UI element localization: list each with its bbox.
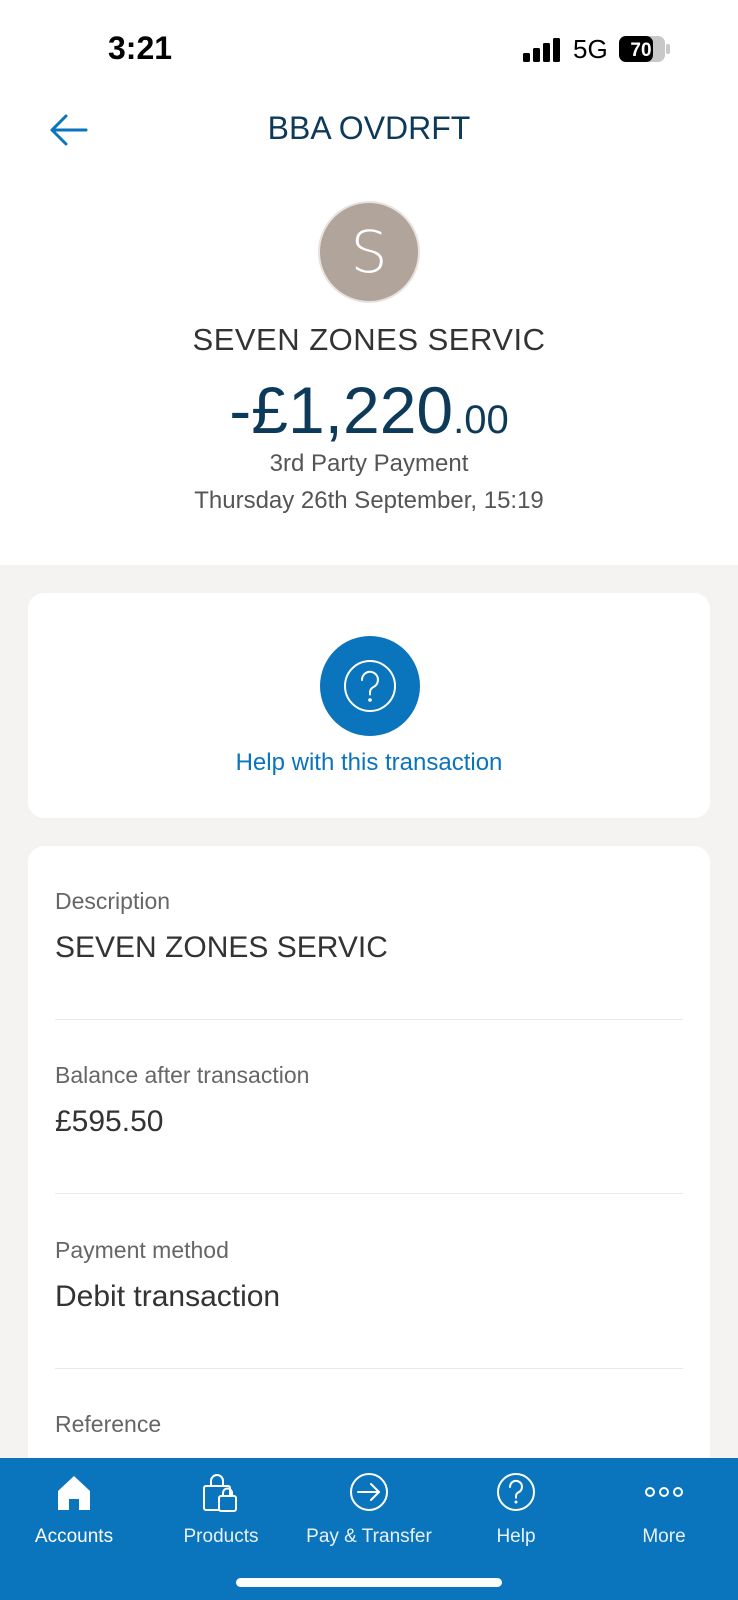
battery-icon: 70	[619, 36, 670, 62]
home-indicator[interactable]	[236, 1578, 502, 1587]
transaction-date: Thursday 26th September, 15:19	[194, 487, 544, 514]
nav-label: More	[642, 1526, 686, 1547]
merchant-name: SEVEN ZONES SERVIC	[192, 322, 546, 357]
detail-description: Description SEVEN ZONES SERVIC	[55, 888, 683, 965]
header: BBA OVDRFT	[0, 100, 738, 160]
nav-accounts[interactable]: Accounts	[0, 1458, 148, 1578]
transaction-type: 3rd Party Payment	[269, 450, 469, 477]
home-icon	[58, 1476, 90, 1510]
detail-label: Payment method	[55, 1237, 229, 1263]
help-link[interactable]: Help with this transaction	[28, 749, 710, 777]
avatar: S	[318, 201, 420, 303]
signal-icon	[523, 38, 560, 62]
detail-label: Description	[55, 888, 171, 914]
detail-balance: Balance after transaction £595.50	[55, 1062, 683, 1139]
arrow-circle-icon	[350, 1473, 388, 1511]
shopping-bag-icon	[203, 1474, 237, 1512]
help-button[interactable]	[320, 636, 420, 736]
nav-label: Pay & Transfer	[306, 1526, 432, 1547]
detail-value: Debit transaction	[55, 1280, 281, 1313]
help-card[interactable]: Help with this transaction	[28, 593, 710, 818]
amount-decimal: .00	[453, 398, 509, 442]
nav-label: Help	[496, 1526, 536, 1547]
bottom-nav: Accounts Products Pay & Transfer Help Mo…	[0, 1458, 738, 1600]
detail-value: SEVEN ZONES SERVIC	[55, 931, 388, 964]
status-bar: 3:21 5G 70	[0, 0, 738, 100]
detail-reference: Reference	[55, 1411, 683, 1454]
divider	[55, 1193, 683, 1194]
question-circle-icon	[344, 660, 396, 712]
divider	[55, 1019, 683, 1020]
amount-main: -£1,220	[229, 373, 454, 447]
nav-label: Products	[183, 1526, 259, 1547]
details-card: Description SEVEN ZONES SERVIC Balance a…	[28, 846, 710, 1486]
nav-pay-transfer[interactable]: Pay & Transfer	[295, 1458, 443, 1578]
detail-label: Balance after transaction	[55, 1062, 310, 1088]
nav-products[interactable]: Products	[147, 1458, 295, 1578]
battery-level: 70	[630, 40, 651, 61]
transaction-summary: S SEVEN ZONES SERVIC -£1,220.00 3rd Part…	[0, 160, 738, 565]
status-time: 3:21	[108, 30, 173, 66]
nav-help[interactable]: Help	[442, 1458, 590, 1578]
more-dots-icon	[645, 1487, 683, 1497]
detail-value: £595.50	[55, 1105, 164, 1138]
page-title: BBA OVDRFT	[267, 110, 471, 146]
question-circle-icon	[497, 1473, 535, 1511]
divider	[55, 1368, 683, 1369]
nav-label: Accounts	[34, 1526, 114, 1547]
network-type: 5G	[573, 34, 608, 64]
detail-payment-method: Payment method Debit transaction	[55, 1237, 683, 1314]
detail-label: Reference	[55, 1411, 162, 1437]
transaction-amount: -£1,220.00	[0, 372, 738, 448]
nav-more[interactable]: More	[590, 1458, 738, 1578]
